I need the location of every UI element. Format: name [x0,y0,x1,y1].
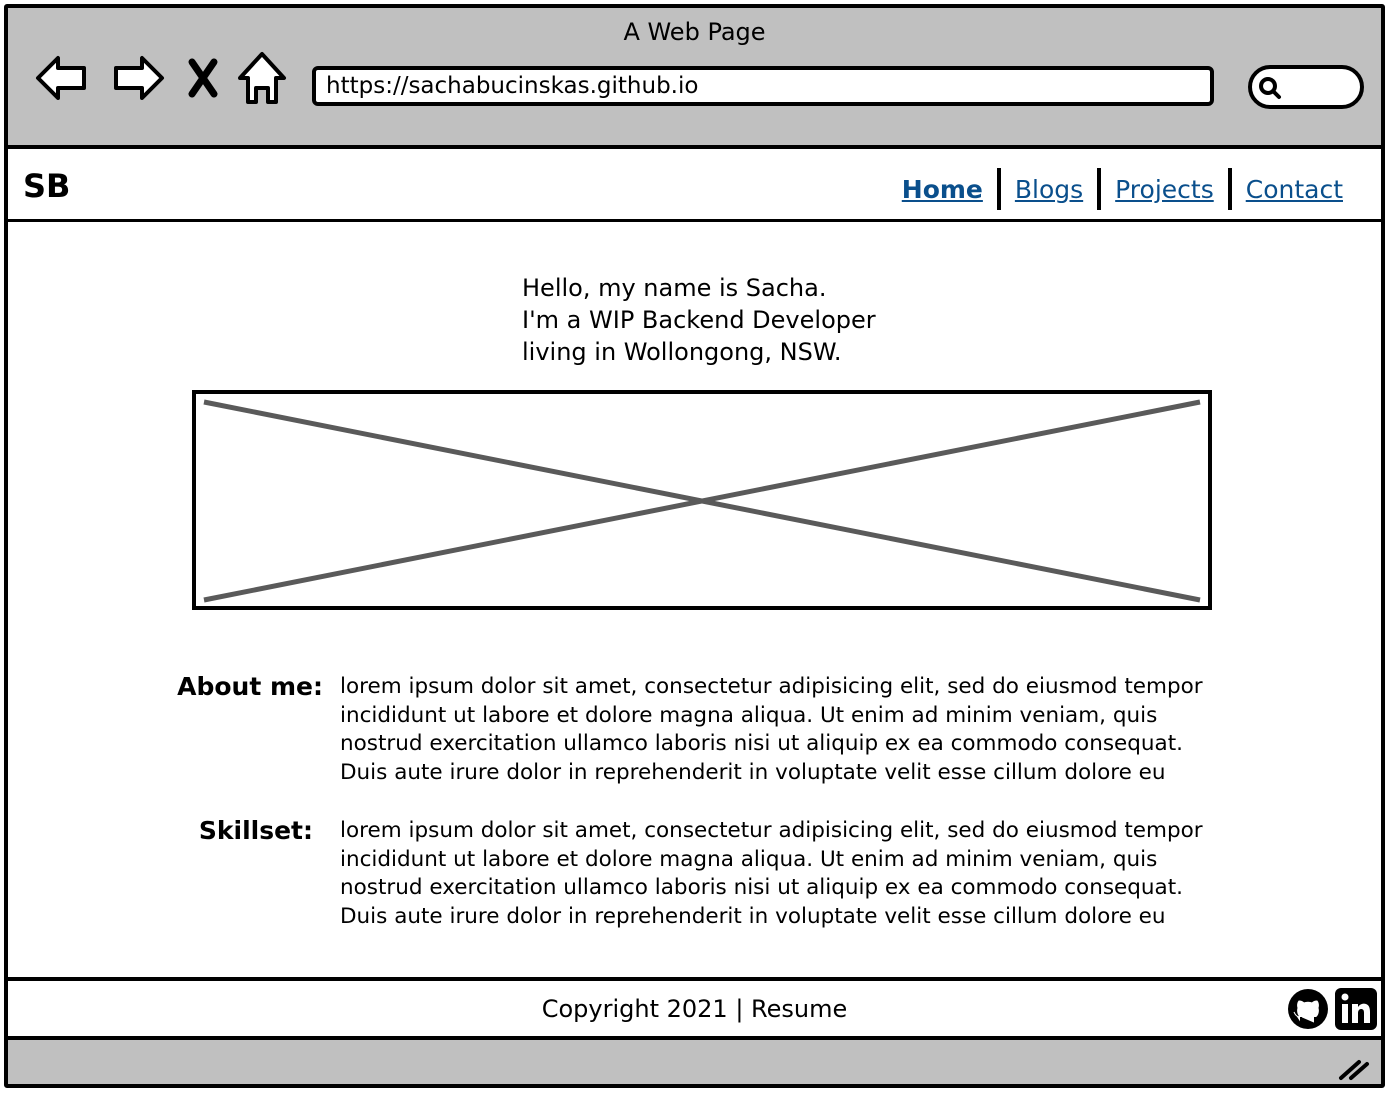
browser-window: A Web Page https://sachabucinskas.github… [4,4,1385,1088]
close-icon[interactable] [184,48,224,108]
hero-line: Hello, my name is Sacha. [522,274,827,302]
image-placeholder [192,390,1212,610]
nav-link-contact[interactable]: Contact [1232,175,1357,204]
site-logo[interactable]: SB [23,167,70,205]
skillset-text: lorem ipsum dolor sit amet, consectetur … [340,818,1203,930]
window-title: A Web Page [623,18,766,46]
hero-line: living in Wollongong, NSW. [522,338,842,366]
site-header: SB Home Blogs Projects Contact [8,149,1381,222]
nav-link-blogs[interactable]: Blogs [1001,175,1097,204]
url-input[interactable]: https://sachabucinskas.github.io [312,66,1214,106]
hero-intro: Hello, my name is Sacha. I'm a WIP Backe… [522,272,876,368]
skillset-label: Skillset: [198,816,313,845]
nav-link-projects[interactable]: Projects [1101,175,1228,204]
about-me-text: lorem ipsum dolor sit amet, consectetur … [340,674,1203,786]
nav-link-home[interactable]: Home [888,175,997,204]
hero-line: I'm a WIP Backend Developer [522,306,876,334]
about-me-label: About me: [177,672,323,701]
browser-status-bar [8,1040,1381,1084]
forward-icon[interactable] [108,48,168,108]
site-footer: Copyright 2021 | Resume [8,977,1381,1040]
browser-search-field[interactable] [1248,65,1364,109]
home-icon[interactable] [234,48,290,108]
browser-toolbar: A Web Page https://sachabucinskas.github… [8,8,1381,149]
back-icon[interactable] [32,48,92,108]
resize-grip-icon[interactable] [1337,1056,1371,1084]
github-icon[interactable] [1286,987,1330,1031]
linkedin-icon[interactable] [1334,987,1378,1031]
copyright-text: Copyright 2021 | Resume [541,995,848,1023]
search-icon [1259,77,1281,99]
main-nav: Home Blogs Projects Contact [888,167,1357,211]
